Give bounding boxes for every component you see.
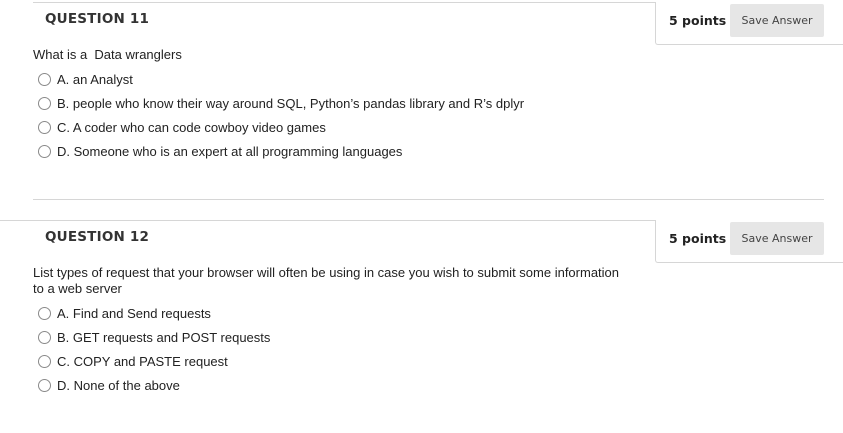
question-11-option-a[interactable]: A. an Analyst bbox=[38, 70, 133, 88]
question-12-title: QUESTION 12 bbox=[45, 229, 150, 245]
question-12-prompt: List types of request that your browser … bbox=[33, 265, 648, 297]
question-12-points: 5 points bbox=[669, 231, 727, 246]
question-11-bottom-divider bbox=[33, 199, 824, 200]
option-label: B. people who know their way around SQL,… bbox=[57, 95, 525, 111]
question-11-prompt: What is a Data wranglers bbox=[33, 47, 182, 62]
option-label: D. None of the above bbox=[57, 377, 180, 393]
question-12-prompt-line-1: List types of request that your browser … bbox=[33, 265, 620, 280]
question-11-option-d[interactable]: D. Someone who is an expert at all progr… bbox=[38, 142, 402, 160]
question-11-title: QUESTION 11 bbox=[45, 11, 150, 27]
option-label: A. Find and Send requests bbox=[57, 305, 211, 321]
question-12-option-c[interactable]: C. COPY and PASTE request bbox=[38, 352, 228, 370]
question-12-save-answer-button[interactable]: Save Answer bbox=[730, 222, 824, 255]
question-12-option-d[interactable]: D. None of the above bbox=[38, 376, 180, 394]
radio-button[interactable] bbox=[38, 330, 51, 344]
radio-button[interactable] bbox=[38, 378, 51, 392]
radio-button[interactable] bbox=[38, 354, 51, 368]
question-12-prompt-line-2: to a web server bbox=[33, 281, 122, 296]
question-11-points: 5 points bbox=[669, 13, 727, 28]
question-12-option-b[interactable]: B. GET requests and POST requests bbox=[38, 328, 270, 346]
question-11-points-panel: 5 points Save Answer bbox=[655, 2, 843, 45]
option-label: C. A coder who can code cowboy video gam… bbox=[57, 119, 326, 135]
option-label: C. COPY and PASTE request bbox=[57, 353, 228, 369]
option-label: D. Someone who is an expert at all progr… bbox=[57, 143, 403, 159]
radio-button[interactable] bbox=[38, 120, 51, 134]
radio-button[interactable] bbox=[38, 144, 51, 158]
question-11-save-answer-button[interactable]: Save Answer bbox=[730, 4, 824, 37]
question-12-option-a[interactable]: A. Find and Send requests bbox=[38, 304, 211, 322]
radio-button[interactable] bbox=[38, 72, 51, 86]
question-11-option-c[interactable]: C. A coder who can code cowboy video gam… bbox=[38, 118, 326, 136]
question-11-option-b[interactable]: B. people who know their way around SQL,… bbox=[38, 94, 524, 112]
option-label: A. an Analyst bbox=[57, 71, 133, 87]
option-label: B. GET requests and POST requests bbox=[57, 329, 271, 345]
radio-button[interactable] bbox=[38, 306, 51, 320]
radio-button[interactable] bbox=[38, 96, 51, 110]
question-12-points-panel: 5 points Save Answer bbox=[655, 220, 843, 263]
